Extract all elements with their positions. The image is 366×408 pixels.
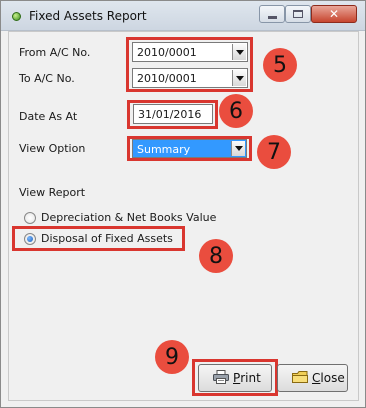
annotation-box-9: [192, 359, 278, 396]
annotation-badge-7: 7: [257, 135, 291, 169]
date-label: Date As At: [19, 110, 78, 123]
close-window-button[interactable]: ✕: [311, 5, 357, 23]
close-icon: ✕: [328, 7, 340, 21]
annotation-badge-5: 5: [263, 48, 297, 82]
window-title: Fixed Assets Report: [29, 9, 147, 23]
radio-depreciation[interactable]: [24, 212, 36, 224]
minimize-button[interactable]: [259, 5, 285, 23]
fixed-assets-report-window: Fixed Assets Report ✕ From A/C No. 2010/…: [0, 0, 366, 408]
annotation-box-6: [127, 100, 218, 129]
annotation-box-7: [127, 136, 252, 161]
annotation-badge-9: 9: [155, 340, 189, 374]
view-report-label: View Report: [19, 186, 86, 199]
view-option-label: View Option: [19, 142, 86, 155]
folder-icon: [292, 370, 308, 387]
annotation-box-5: [126, 37, 253, 92]
maximize-icon: [293, 10, 303, 18]
close-accelerator: C: [312, 371, 321, 385]
annotation-box-8: [12, 226, 185, 251]
radio-depreciation-label[interactable]: Depreciation & Net Books Value: [41, 211, 216, 224]
to-ac-label: To A/C No.: [19, 72, 75, 85]
from-ac-label: From A/C No.: [19, 46, 91, 59]
close-button[interactable]: Close: [277, 364, 348, 392]
annotation-badge-8: 8: [199, 239, 233, 273]
minimize-icon: [267, 15, 277, 19]
close-label: lose: [320, 371, 345, 385]
app-icon: [12, 12, 21, 21]
maximize-button[interactable]: [285, 5, 311, 23]
title-bar[interactable]: Fixed Assets Report ✕: [1, 1, 365, 31]
report-panel: From A/C No. 2010/0001 To A/C No. 2010/0…: [8, 31, 359, 401]
annotation-badge-6: 6: [219, 94, 253, 128]
